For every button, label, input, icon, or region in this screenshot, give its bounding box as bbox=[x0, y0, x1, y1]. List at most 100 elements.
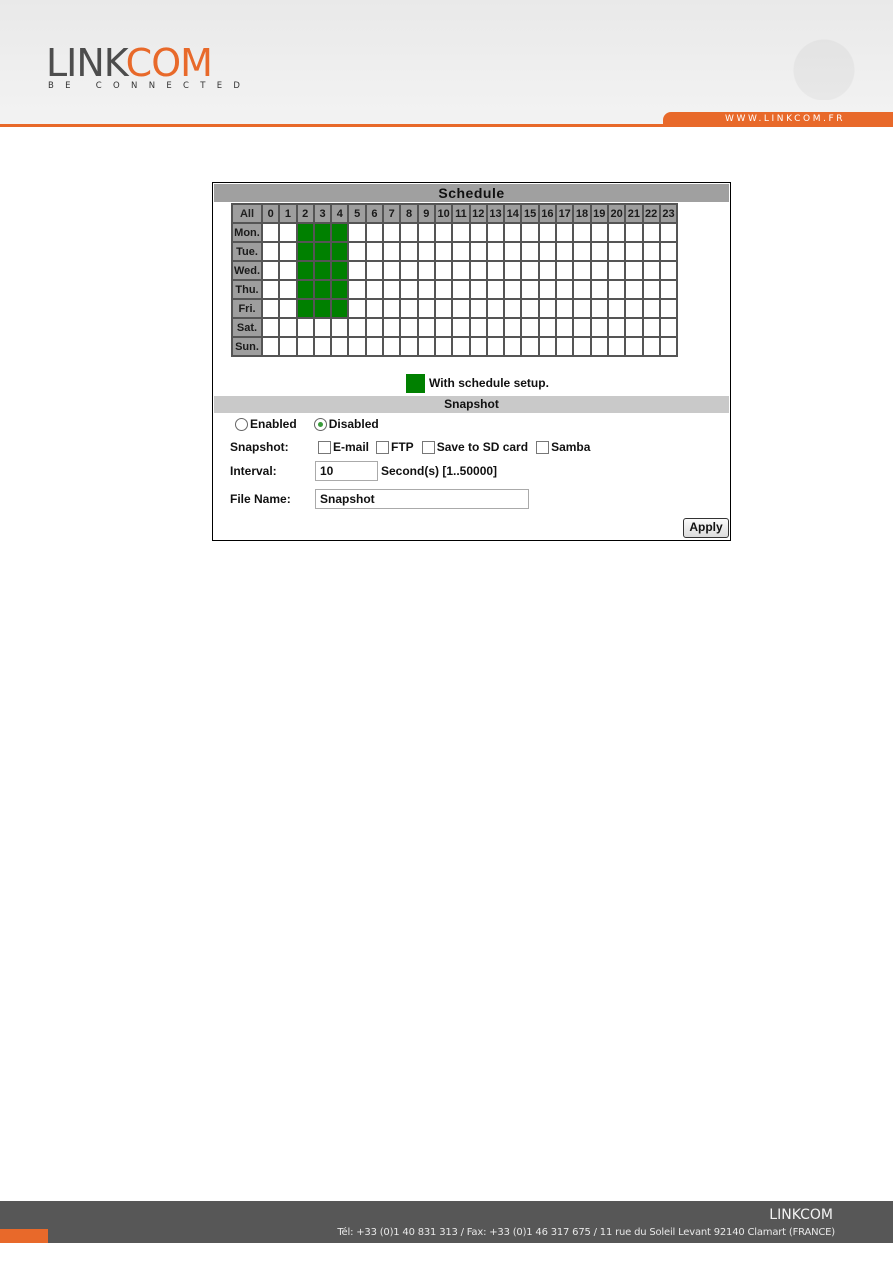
schedule-cell[interactable] bbox=[537, 298, 558, 319]
schedule-cell[interactable] bbox=[451, 336, 471, 357]
schedule-cell[interactable] bbox=[451, 279, 471, 300]
apply-button[interactable]: Apply bbox=[683, 518, 729, 538]
day-header[interactable]: Wed. bbox=[231, 260, 263, 281]
schedule-cell[interactable] bbox=[485, 222, 506, 243]
schedule-cell[interactable] bbox=[520, 222, 540, 243]
schedule-cell[interactable] bbox=[537, 279, 558, 300]
day-header[interactable]: Thu. bbox=[231, 279, 263, 300]
schedule-cell[interactable] bbox=[451, 317, 471, 338]
schedule-cell[interactable] bbox=[485, 317, 506, 338]
hour-header-4[interactable]: 4 bbox=[330, 203, 350, 224]
schedule-cell[interactable] bbox=[624, 336, 644, 357]
schedule-cell[interactable] bbox=[641, 279, 661, 300]
hour-header-0[interactable]: 0 bbox=[260, 203, 281, 224]
schedule-cell[interactable] bbox=[537, 317, 558, 338]
schedule-cell[interactable] bbox=[330, 241, 350, 262]
hour-header-23[interactable]: 23 bbox=[658, 203, 679, 224]
day-header[interactable]: Sat. bbox=[231, 317, 263, 338]
checkbox-sd-card[interactable]: Save to SD card bbox=[421, 440, 528, 454]
schedule-cell[interactable] bbox=[382, 298, 402, 319]
schedule-cell[interactable] bbox=[451, 260, 471, 281]
schedule-cell[interactable] bbox=[485, 241, 506, 262]
schedule-cell[interactable] bbox=[451, 298, 471, 319]
schedule-cell[interactable] bbox=[364, 279, 385, 300]
day-header[interactable]: Tue. bbox=[231, 241, 263, 262]
hour-header-8[interactable]: 8 bbox=[399, 203, 419, 224]
schedule-cell[interactable] bbox=[555, 279, 575, 300]
hour-header-14[interactable]: 14 bbox=[503, 203, 523, 224]
schedule-cell[interactable] bbox=[520, 336, 540, 357]
schedule-cell[interactable] bbox=[312, 241, 333, 262]
schedule-cell[interactable] bbox=[641, 336, 661, 357]
hour-header-11[interactable]: 11 bbox=[451, 203, 471, 224]
hour-header-2[interactable]: 2 bbox=[295, 203, 315, 224]
schedule-cell[interactable] bbox=[589, 279, 609, 300]
schedule-cell[interactable] bbox=[260, 298, 281, 319]
schedule-cell[interactable] bbox=[468, 317, 488, 338]
schedule-cell[interactable] bbox=[260, 241, 281, 262]
schedule-cell[interactable] bbox=[433, 336, 454, 357]
schedule-cell[interactable] bbox=[451, 222, 471, 243]
hour-header-7[interactable]: 7 bbox=[382, 203, 402, 224]
schedule-cell[interactable] bbox=[433, 279, 454, 300]
schedule-cell[interactable] bbox=[347, 222, 367, 243]
radio-enabled[interactable]: Enabled bbox=[235, 417, 297, 431]
schedule-cell[interactable] bbox=[330, 336, 350, 357]
schedule-cell[interactable] bbox=[278, 222, 298, 243]
schedule-cell[interactable] bbox=[295, 279, 315, 300]
schedule-cell[interactable] bbox=[347, 336, 367, 357]
schedule-cell[interactable] bbox=[399, 298, 419, 319]
day-header[interactable]: Mon. bbox=[231, 222, 263, 243]
hour-header-10[interactable]: 10 bbox=[433, 203, 454, 224]
schedule-cell[interactable] bbox=[399, 317, 419, 338]
radio-enabled-circle[interactable] bbox=[235, 417, 248, 431]
schedule-cell[interactable] bbox=[641, 241, 661, 262]
schedule-cell[interactable] bbox=[312, 279, 333, 300]
schedule-cell[interactable] bbox=[399, 241, 419, 262]
schedule-cell[interactable] bbox=[399, 279, 419, 300]
schedule-cell[interactable] bbox=[555, 336, 575, 357]
schedule-cell[interactable] bbox=[295, 241, 315, 262]
schedule-cell[interactable] bbox=[260, 317, 281, 338]
schedule-cell[interactable] bbox=[260, 336, 281, 357]
schedule-cell[interactable] bbox=[520, 317, 540, 338]
schedule-cell[interactable] bbox=[382, 260, 402, 281]
schedule-cell[interactable] bbox=[330, 222, 350, 243]
schedule-cell[interactable] bbox=[295, 298, 315, 319]
schedule-cell[interactable] bbox=[658, 241, 679, 262]
schedule-cell[interactable] bbox=[606, 317, 627, 338]
schedule-cell[interactable] bbox=[658, 317, 679, 338]
schedule-cell[interactable] bbox=[382, 241, 402, 262]
schedule-cell[interactable] bbox=[572, 279, 592, 300]
schedule-cell[interactable] bbox=[641, 260, 661, 281]
schedule-cell[interactable] bbox=[589, 260, 609, 281]
schedule-cell[interactable] bbox=[555, 241, 575, 262]
schedule-cell[interactable] bbox=[399, 222, 419, 243]
day-header[interactable]: Fri. bbox=[231, 298, 263, 319]
schedule-cell[interactable] bbox=[278, 298, 298, 319]
schedule-cell[interactable] bbox=[520, 241, 540, 262]
schedule-cell[interactable] bbox=[416, 241, 436, 262]
schedule-cell[interactable] bbox=[330, 317, 350, 338]
schedule-cell[interactable] bbox=[485, 260, 506, 281]
schedule-cell[interactable] bbox=[572, 317, 592, 338]
schedule-cell[interactable] bbox=[572, 222, 592, 243]
schedule-cell[interactable] bbox=[589, 317, 609, 338]
checkbox-samba[interactable]: Samba bbox=[536, 440, 590, 454]
schedule-cell[interactable] bbox=[589, 241, 609, 262]
hour-header-22[interactable]: 22 bbox=[641, 203, 661, 224]
schedule-cell[interactable] bbox=[433, 260, 454, 281]
schedule-cell[interactable] bbox=[520, 279, 540, 300]
schedule-cell[interactable] bbox=[572, 260, 592, 281]
schedule-cell[interactable] bbox=[312, 336, 333, 357]
schedule-cell[interactable] bbox=[347, 260, 367, 281]
schedule-cell[interactable] bbox=[624, 241, 644, 262]
schedule-cell[interactable] bbox=[364, 241, 385, 262]
schedule-cell[interactable] bbox=[416, 222, 436, 243]
select-all-button[interactable]: All bbox=[231, 203, 263, 224]
schedule-cell[interactable] bbox=[589, 222, 609, 243]
schedule-cell[interactable] bbox=[468, 222, 488, 243]
schedule-cell[interactable] bbox=[658, 298, 679, 319]
radio-disabled[interactable]: Disabled bbox=[313, 417, 379, 431]
schedule-cell[interactable] bbox=[572, 336, 592, 357]
